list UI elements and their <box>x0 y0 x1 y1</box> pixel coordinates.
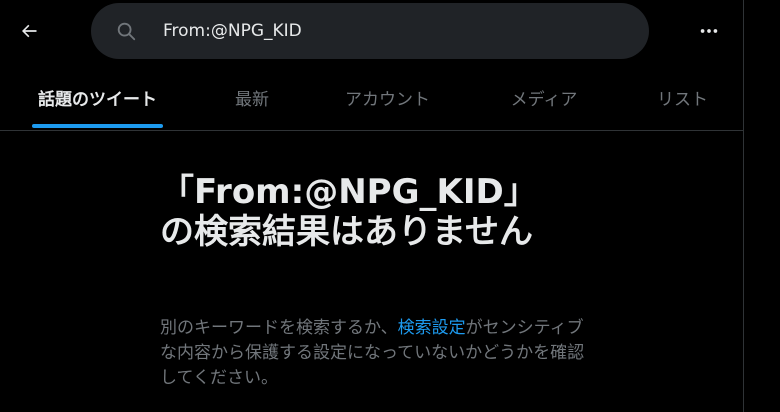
search-settings-link[interactable]: 検索設定 <box>398 318 466 338</box>
tab-latest[interactable]: 最新 <box>212 64 292 130</box>
search-bar[interactable]: From:@NPG_KID <box>91 3 649 59</box>
tab-lists[interactable]: リスト <box>635 64 730 130</box>
description-text: 別のキーワードを検索するか、 <box>160 318 398 338</box>
ellipsis-icon <box>700 29 718 33</box>
active-tab-indicator <box>32 124 163 128</box>
arrow-left-icon <box>22 24 37 38</box>
search-input[interactable]: From:@NPG_KID <box>163 21 302 41</box>
tab-top-tweets[interactable]: 話題のツイート <box>20 64 175 130</box>
back-button[interactable] <box>10 12 48 50</box>
column-divider <box>743 0 744 412</box>
search-icon <box>117 22 136 41</box>
empty-state-description: 別のキーワードを検索するか、検索設定がセンシティブな内容から保護する設定になって… <box>160 316 590 391</box>
more-options-button[interactable] <box>690 12 728 50</box>
empty-state-title: 「From:@NPG_KID」の検索結果はありません <box>160 172 538 252</box>
tab-bar: 話題のツイート 最新 アカウント メディア リスト <box>0 64 743 130</box>
tab-accounts[interactable]: アカウント <box>325 64 450 130</box>
tab-label: メディア <box>510 89 578 110</box>
tab-media[interactable]: メディア <box>488 64 600 130</box>
tabs-divider <box>0 130 743 131</box>
tab-label: リスト <box>657 89 708 110</box>
tab-label: アカウント <box>345 89 430 110</box>
search-results-page: From:@NPG_KID 話題のツイート 最新 アカウント メディア リスト … <box>0 0 780 412</box>
tab-label: 話題のツイート <box>38 89 157 110</box>
tab-label: 最新 <box>235 89 269 110</box>
